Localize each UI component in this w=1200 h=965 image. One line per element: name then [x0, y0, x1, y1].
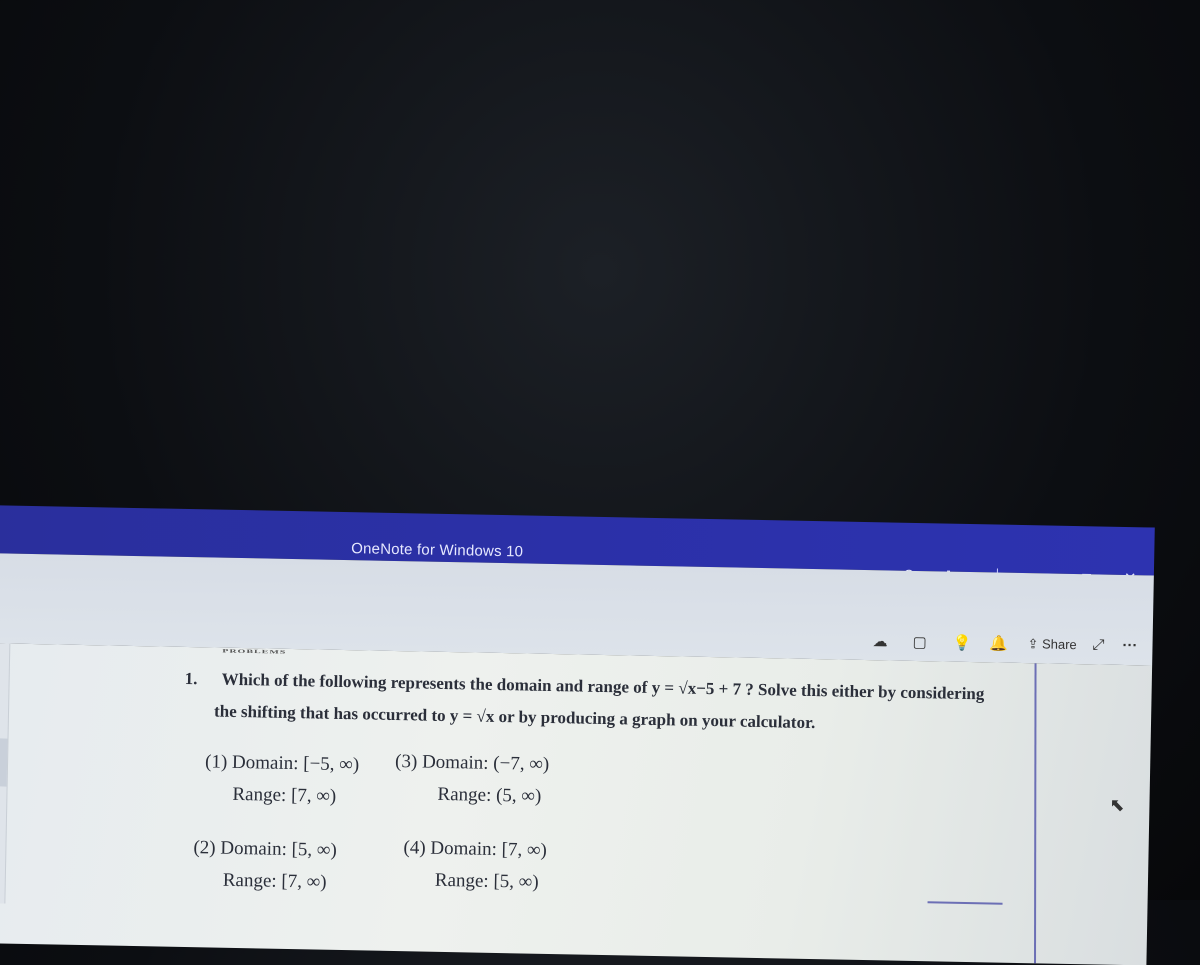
option-4-range: Range: [5, ∞) — [434, 869, 539, 893]
option-2-domain: (2) Domain: [5, ∞) — [193, 837, 337, 861]
option-2-range: Range: [7, ∞) — [222, 869, 327, 893]
mouse-pointer-icon: ⬉ — [1109, 794, 1125, 816]
app-title: OneNote for Windows 10 — [351, 540, 524, 561]
note-page[interactable]: PROBLEMS 1. Which of the following repre… — [0, 642, 1153, 965]
notebooks-icon[interactable]: ▢ — [912, 633, 927, 651]
more-options-icon[interactable]: ··· — [1122, 637, 1137, 654]
ink-horizontal-line — [927, 901, 1003, 905]
share-button[interactable]: ⇪ Share — [1027, 636, 1076, 653]
option-1-range: Range: [7, ∞) — [232, 783, 337, 807]
option-3-domain: (3) Domain: (−7, ∞) — [394, 751, 550, 775]
page-list-panel[interactable] — [0, 642, 11, 904]
lightbulb-icon[interactable]: 💡 — [952, 634, 971, 652]
question-text-line2: the shifting that has occurred to y = √x… — [213, 701, 816, 733]
sync-status-icon[interactable]: ☁ — [872, 632, 887, 650]
notifications-icon[interactable]: 🔔 — [989, 634, 1008, 652]
option-1-domain: (1) Domain: [−5, ∞) — [204, 751, 360, 776]
fullscreen-icon[interactable]: ⤢ — [1092, 636, 1104, 653]
partial-heading: PROBLEMS — [222, 648, 287, 656]
option-3-range: Range: (5, ∞) — [437, 783, 542, 807]
onenote-window: OneNote for Windows 10 OwensJa — ❐ ✕ ☁ ▢… — [0, 505, 1155, 965]
question-text-line1: Which of the following represents the do… — [221, 669, 985, 704]
ink-vertical-line — [1034, 663, 1037, 964]
question-number: 1. — [184, 668, 198, 689]
option-4-domain: (4) Domain: [7, ∞) — [403, 837, 548, 861]
selected-page-item[interactable] — [0, 737, 8, 787]
